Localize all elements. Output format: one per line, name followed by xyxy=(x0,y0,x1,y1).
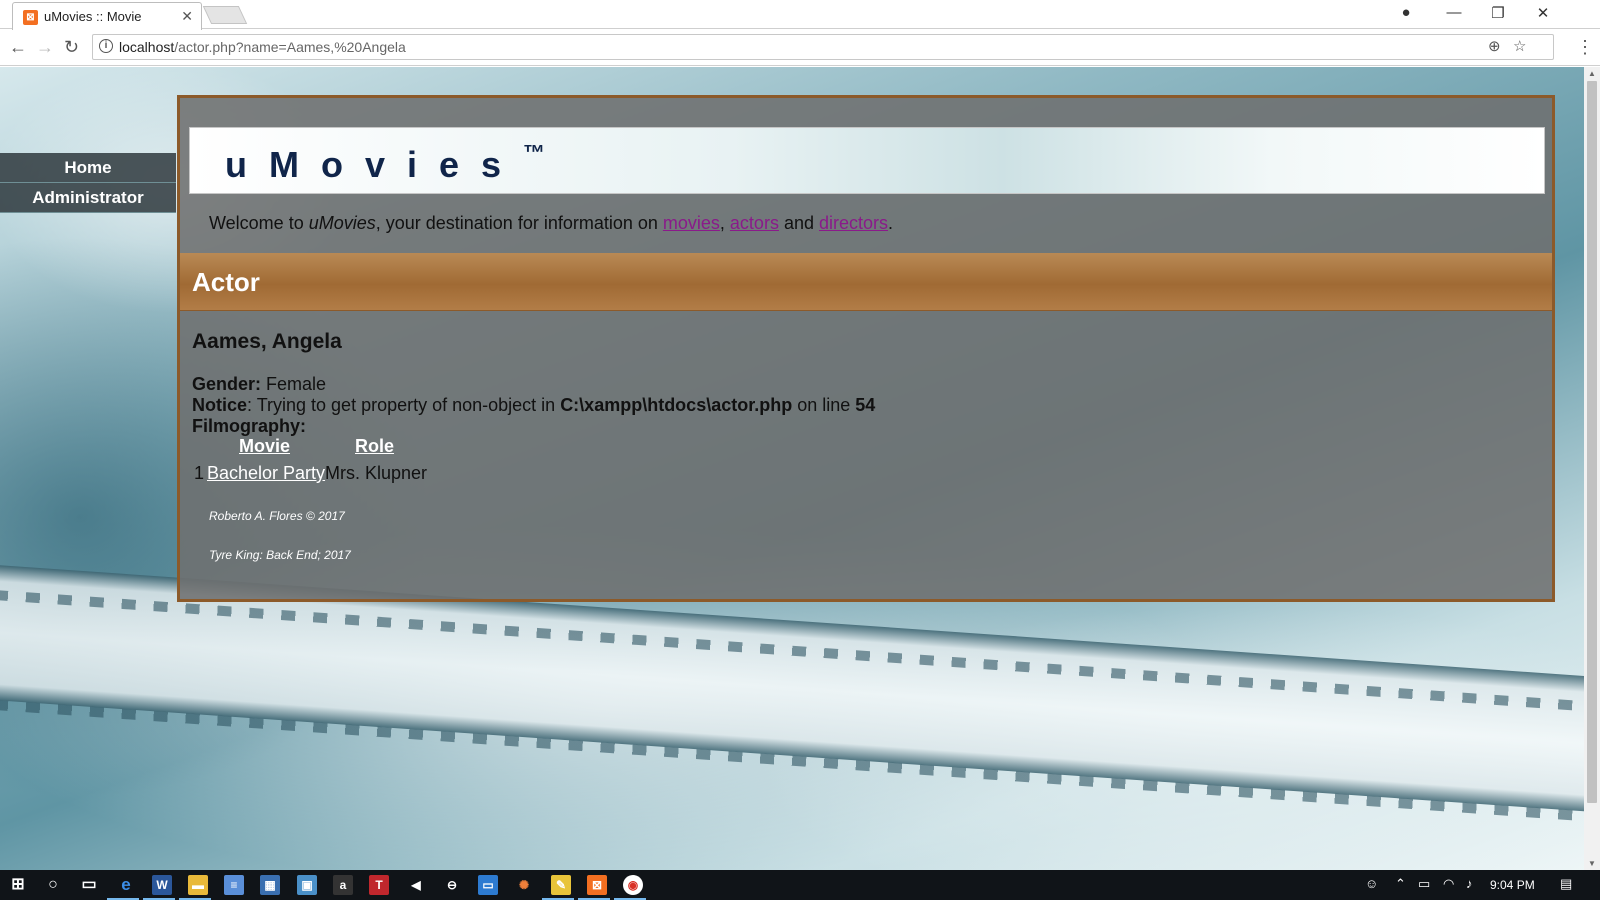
browser-tab[interactable]: ⊠ uMovies :: Movie ✕ xyxy=(12,2,202,30)
reload-icon[interactable]: ↻ xyxy=(64,37,79,58)
page-viewport: Home Administrator uMovies™ Welcome to u… xyxy=(0,67,1584,870)
notice-label: Notice xyxy=(192,395,248,415)
windows-start-icon[interactable]: ⊞ xyxy=(8,875,28,895)
notes-icon[interactable]: ≡ xyxy=(224,875,244,895)
php-notice: Notice: Trying to get property of non-ob… xyxy=(192,395,1532,416)
scroll-up-icon[interactable]: ▲ xyxy=(1588,69,1596,78)
welcome-end: . xyxy=(888,213,894,233)
page-scrollbar[interactable]: ▲ ▼ xyxy=(1584,67,1600,870)
nav-home[interactable]: Home xyxy=(0,153,176,183)
task-view-icon[interactable]: ▭ xyxy=(79,875,99,895)
content-panel: uMovies™ Welcome to uMovies, your destin… xyxy=(177,95,1555,602)
chrome-icon[interactable]: ◉ xyxy=(623,875,643,895)
tab-bar: ⊠ uMovies :: Movie ✕ ● — ❐ ✕ xyxy=(0,0,1600,30)
actor-name: Aames, Angela xyxy=(192,330,342,353)
restore-icon[interactable]: ❐ xyxy=(1483,4,1513,22)
gender-value: Female xyxy=(261,374,327,394)
comma-separator: , xyxy=(719,213,730,233)
store-icon[interactable]: ▦ xyxy=(260,875,280,895)
scroll-thumb[interactable] xyxy=(1587,81,1597,803)
column-header-role[interactable]: Role xyxy=(355,436,394,457)
windows-taskbar: ⊞ ○ ▭ e W ▬ ≡ ▦ ▣ a T ◀ ⊖ ▭ ✺ ✎ ⊠ ◉ ☺ ⌃ … xyxy=(0,870,1600,900)
filmography-label: Filmography: xyxy=(192,416,1532,437)
role-cell: Mrs. Klupner xyxy=(325,463,428,483)
url-path: /actor.php?name=Aames,%20Angela xyxy=(174,39,406,55)
notice-text: : Trying to get property of non-object i… xyxy=(247,395,561,415)
close-window-icon[interactable]: ✕ xyxy=(1528,4,1558,22)
amazon-icon[interactable]: a xyxy=(333,875,353,895)
site-banner: uMovies™ xyxy=(189,127,1545,194)
volume-icon[interactable]: ♪ xyxy=(1466,876,1473,891)
section-title: Actor xyxy=(192,267,260,297)
url-host: localhost xyxy=(119,39,175,55)
section-header: Actor xyxy=(180,253,1552,311)
column-header-movie[interactable]: Movie xyxy=(239,436,290,457)
dev-icon[interactable]: ⊖ xyxy=(442,875,462,895)
trademark-symbol: ™ xyxy=(523,140,546,165)
footer-credit: Roberto A. Flores © 2017 xyxy=(209,509,345,523)
welcome-brand: uMovies xyxy=(308,213,376,233)
zoom-icon[interactable]: ⊕ xyxy=(1488,37,1501,55)
movies-link[interactable]: movies xyxy=(663,213,720,233)
word-icon[interactable]: W xyxy=(152,875,172,895)
action-center-icon[interactable]: ▤ xyxy=(1560,876,1572,892)
row-number: 1 xyxy=(194,463,205,483)
profile-icon[interactable]: ● xyxy=(1391,4,1421,21)
nav-administrator[interactable]: Administrator xyxy=(0,183,176,213)
file-explorer-icon[interactable]: ▬ xyxy=(188,875,208,895)
xampp-taskbar-icon[interactable]: ⊠ xyxy=(587,875,607,895)
taskbar-clock[interactable]: 9:04 PM xyxy=(1490,878,1535,892)
edge-icon[interactable]: e xyxy=(116,875,136,895)
tab-title: uMovies :: Movie xyxy=(44,9,142,24)
actor-details: Aames, Angela Gender: Female Notice: Try… xyxy=(192,330,1532,437)
bookmark-star-icon[interactable]: ☆ xyxy=(1513,37,1526,55)
minimize-icon[interactable]: — xyxy=(1439,4,1469,21)
media-icon[interactable]: ◀ xyxy=(406,875,426,895)
close-tab-icon[interactable]: ✕ xyxy=(181,8,193,25)
movie-link[interactable]: Bachelor Party xyxy=(207,463,325,484)
tray-chevron-icon[interactable]: ⌃ xyxy=(1395,876,1406,892)
menu-icon[interactable]: ⋮ xyxy=(1576,37,1594,58)
battery-icon[interactable]: ▭ xyxy=(1418,876,1430,892)
forward-icon[interactable]: → xyxy=(36,37,54,58)
actors-link[interactable]: actors xyxy=(730,213,779,233)
gender-label: Gender: xyxy=(192,374,262,394)
directors-link[interactable]: directors xyxy=(819,213,888,233)
info-icon[interactable]: i xyxy=(99,39,113,53)
xampp-icon: ⊠ xyxy=(23,10,38,25)
site-title: uMovies™ xyxy=(225,140,545,186)
computer-icon[interactable]: ▭ xyxy=(478,875,498,895)
notice-online: on line xyxy=(792,395,856,415)
welcome-text: Welcome to uMovies, your destination for… xyxy=(209,213,893,234)
address-bar: ← → ↻ i localhost/actor.php?name=Aames,%… xyxy=(0,30,1600,66)
notice-line-number: 54 xyxy=(855,395,876,415)
wifi-icon[interactable]: ◠ xyxy=(1443,876,1454,892)
search-icon[interactable]: ○ xyxy=(43,875,63,895)
notice-file: C:\xampp\htdocs\actor.php xyxy=(560,395,793,415)
t-app-icon[interactable]: T xyxy=(369,875,389,895)
back-icon[interactable]: ← xyxy=(9,37,27,58)
remote-icon[interactable]: ▣ xyxy=(297,875,317,895)
footer-credit: Tyre King: Back End; 2017 xyxy=(209,548,351,562)
and-separator: and xyxy=(778,213,819,233)
welcome-prefix: Welcome to xyxy=(209,213,309,233)
url-input[interactable]: i localhost/actor.php?name=Aames,%20Ange… xyxy=(92,34,1554,60)
filmography-heading: Filmography: xyxy=(192,416,307,436)
side-nav: Home Administrator xyxy=(0,153,176,213)
people-icon[interactable]: ☺ xyxy=(1365,876,1378,891)
blender-icon[interactable]: ✺ xyxy=(514,875,534,895)
scroll-down-icon[interactable]: ▼ xyxy=(1588,859,1596,868)
notepad-icon[interactable]: ✎ xyxy=(551,875,571,895)
new-tab-button[interactable] xyxy=(202,6,248,24)
brand-name: uMovies xyxy=(225,144,524,185)
url-text: localhost/actor.php?name=Aames,%20Angela xyxy=(119,39,406,55)
welcome-middle: , your destination for information on xyxy=(375,213,663,233)
gender-line: Gender: Female xyxy=(192,374,1532,395)
